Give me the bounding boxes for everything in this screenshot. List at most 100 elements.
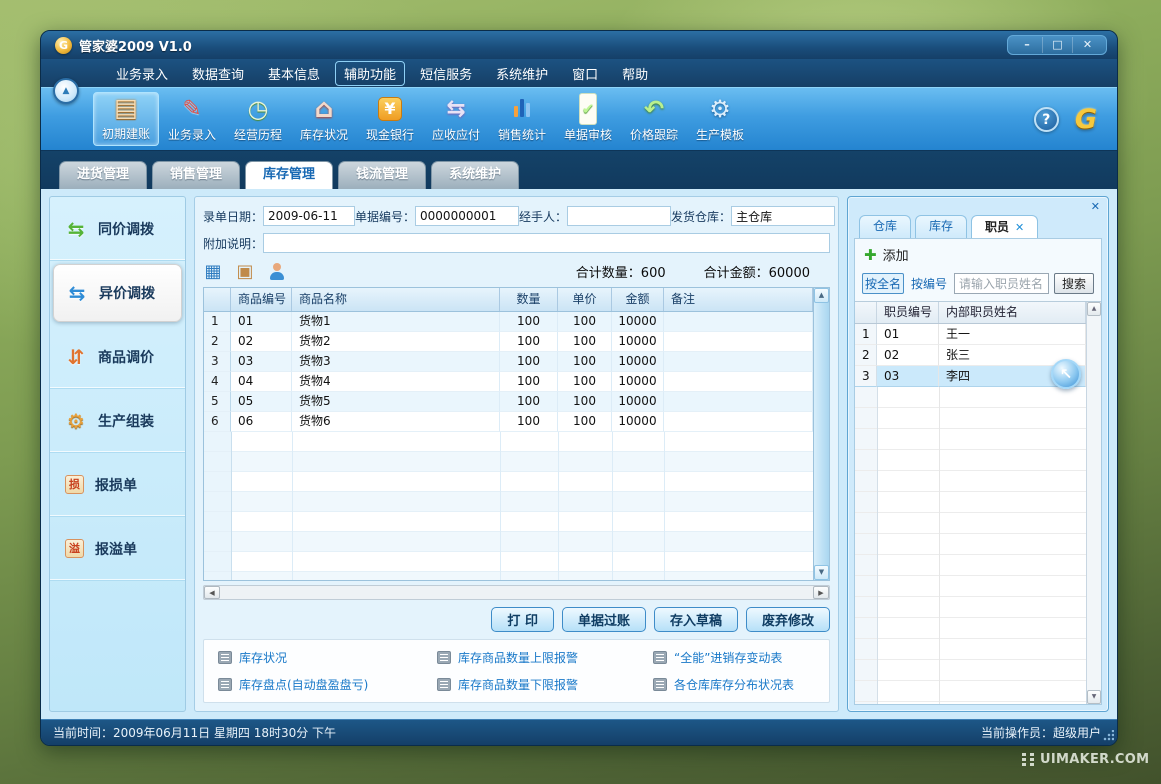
table-row[interactable]: 606货物610010010000: [204, 412, 813, 432]
table-row[interactable]: 505货物510010010000: [204, 392, 813, 412]
employee-lookup-body: ✚ 添加 按全名 按编号 搜索 职员编号 内部职员姓名: [854, 238, 1102, 705]
close-button[interactable]: ✕: [1072, 37, 1102, 53]
sidebar-item-loss-report[interactable]: 损 报损单: [50, 453, 185, 517]
document-panel: 录单日期： 单据编号： 经手人： 发货仓库：: [194, 196, 839, 712]
link-stocktake[interactable]: 库存盘点(自动盘盈盘亏): [218, 676, 437, 693]
tab-employee[interactable]: 职员 ✕: [971, 215, 1038, 238]
table-row[interactable]: 202货物210010010000: [204, 332, 813, 352]
handler-input[interactable]: [567, 206, 671, 226]
toolbar-item-sales-stats[interactable]: 销售统计: [489, 92, 555, 146]
toolbar-item-document-audit[interactable]: 单据审核: [555, 92, 621, 146]
tab-close-icon[interactable]: ✕: [1015, 217, 1024, 238]
post-document-button[interactable]: 单据过账: [562, 607, 646, 632]
sidebar-item-same-price-transfer[interactable]: 同价调拨: [50, 197, 185, 261]
maximize-button[interactable]: □: [1042, 37, 1072, 53]
scroll-up-icon[interactable]: ▲: [1087, 302, 1101, 316]
add-row[interactable]: ✚ 添加: [855, 239, 1101, 268]
toolbar-item-price-tracking[interactable]: 价格跟踪: [621, 92, 687, 146]
col-header-note[interactable]: 备注: [664, 288, 813, 311]
sidebar-item-assembly[interactable]: 生产组装: [50, 389, 185, 453]
scroll-left-icon[interactable]: ◀: [204, 586, 220, 599]
toolbar-item-payables[interactable]: 应收应付: [423, 92, 489, 146]
ledger-icon: [114, 93, 138, 123]
table-row[interactable]: 404货物410010010000: [204, 372, 813, 392]
col-header-amount[interactable]: 金额: [612, 288, 664, 311]
filter-by-code[interactable]: 按编号: [909, 274, 949, 293]
lookup-tabs: 仓库 库存 职员 ✕: [854, 215, 1102, 238]
scroll-down-icon[interactable]: ▼: [814, 565, 829, 580]
menu-item-auxiliary[interactable]: 辅助功能: [335, 61, 405, 86]
menu-item-window[interactable]: 窗口: [563, 61, 607, 86]
toolbar-item-production-template[interactable]: 生产模板: [687, 92, 753, 146]
sidebar-item-overflow-report[interactable]: 溢 报溢单: [50, 517, 185, 581]
tab-sales-management[interactable]: 销售管理: [152, 161, 240, 189]
production-gear-icon: [709, 94, 731, 124]
search-button[interactable]: 搜索: [1054, 273, 1094, 294]
sidebar-item-diff-price-transfer[interactable]: 异价调拨: [53, 264, 182, 322]
menu-item-basic-info[interactable]: 基本信息: [259, 61, 329, 86]
panel-close-icon[interactable]: ✕: [1089, 200, 1102, 215]
menu-item-system-maintenance[interactable]: 系统维护: [487, 61, 557, 86]
col-header-qty[interactable]: 数量: [500, 288, 558, 311]
watermark: UIMAKER.COM: [1022, 752, 1149, 767]
scroll-up-icon[interactable]: ▲: [814, 288, 829, 303]
doc-no-input[interactable]: [415, 206, 519, 226]
history-clock-icon: [248, 94, 269, 124]
handler-label: 经手人：: [519, 208, 567, 225]
employee-row[interactable]: 101王一: [855, 324, 1086, 345]
employee-search-input[interactable]: [954, 273, 1049, 294]
discard-changes-button[interactable]: 废弃修改: [746, 607, 830, 632]
link-warehouse-distribution[interactable]: 各仓库库存分布状况表: [653, 676, 815, 693]
menu-item-help[interactable]: 帮助: [613, 61, 657, 86]
col-header-price[interactable]: 单价: [558, 288, 612, 311]
scroll-down-icon[interactable]: ▼: [1087, 690, 1101, 704]
save-draft-button[interactable]: 存入草稿: [654, 607, 738, 632]
tab-system-maintenance[interactable]: 系统维护: [431, 161, 519, 189]
sidebar-item-price-adjust[interactable]: 商品调价: [50, 325, 185, 389]
minimize-button[interactable]: –: [1012, 37, 1042, 53]
scroll-right-icon[interactable]: ▶: [813, 586, 829, 599]
tab-warehouse[interactable]: 仓库: [859, 215, 911, 238]
search-row: 按全名 按编号 搜索: [855, 268, 1101, 301]
goods-lookup-button[interactable]: [235, 261, 255, 281]
filter-by-fullname[interactable]: 按全名: [862, 273, 904, 294]
date-input[interactable]: [263, 206, 355, 226]
toolbar-item-initial-setup[interactable]: 初期建账: [93, 92, 159, 146]
table-row[interactable]: 303货物310010010000: [204, 352, 813, 372]
employee-row[interactable]: 202张三: [855, 345, 1086, 366]
tab-inventory[interactable]: 库存: [915, 215, 967, 238]
assembly-wrench-icon: [65, 409, 87, 433]
col-header-code[interactable]: 商品编号: [231, 288, 292, 311]
link-omnipotent-change-report[interactable]: “全能”进销存变动表: [653, 649, 815, 666]
link-lower-limit-alert[interactable]: 库存商品数量下限报警: [437, 676, 653, 693]
menu-item-sms[interactable]: 短信服务: [411, 61, 481, 86]
employee-lookup-button[interactable]: [267, 261, 287, 281]
link-inventory-status[interactable]: 库存状况: [218, 649, 437, 666]
col-header-employee-name[interactable]: 内部职员姓名: [939, 302, 1086, 323]
loss-stamp-icon: 损: [65, 475, 84, 494]
resize-grip-icon[interactable]: [1102, 730, 1114, 742]
collapse-toolbar-button[interactable]: ▲: [53, 78, 79, 104]
menu-item-data-query[interactable]: 数据查询: [183, 61, 253, 86]
warehouse-input[interactable]: [731, 206, 835, 226]
note-input[interactable]: [263, 233, 830, 253]
help-icon[interactable]: ?: [1034, 107, 1059, 132]
vertical-scrollbar[interactable]: ▲ ▼: [813, 288, 829, 580]
table-row[interactable]: 101货物110010010000: [204, 312, 813, 332]
col-header-name[interactable]: 商品名称: [292, 288, 500, 311]
vertical-scrollbar[interactable]: ▲ ▼: [1086, 302, 1101, 704]
sales-barchart-icon: [514, 99, 530, 117]
toolbar-item-inventory-status[interactable]: 库存状况: [291, 92, 357, 146]
tab-inventory-management[interactable]: 库存管理: [245, 161, 333, 189]
warehouse-lookup-button[interactable]: [203, 261, 223, 281]
toolbar-item-cash-bank[interactable]: 现金银行: [357, 92, 423, 146]
toolbar-item-business-entry[interactable]: 业务录入: [159, 92, 225, 146]
col-header-employee-code[interactable]: 职员编号: [877, 302, 939, 323]
horizontal-scrollbar[interactable]: ◀ ▶: [203, 585, 830, 600]
menu-item-business-entry[interactable]: 业务录入: [107, 61, 177, 86]
link-upper-limit-alert[interactable]: 库存商品数量上限报警: [437, 649, 653, 666]
tab-cashflow-management[interactable]: 钱流管理: [338, 161, 426, 189]
toolbar-item-history[interactable]: 经营历程: [225, 92, 291, 146]
tab-purchase-management[interactable]: 进货管理: [59, 161, 147, 189]
print-button[interactable]: 打 印: [491, 607, 554, 632]
